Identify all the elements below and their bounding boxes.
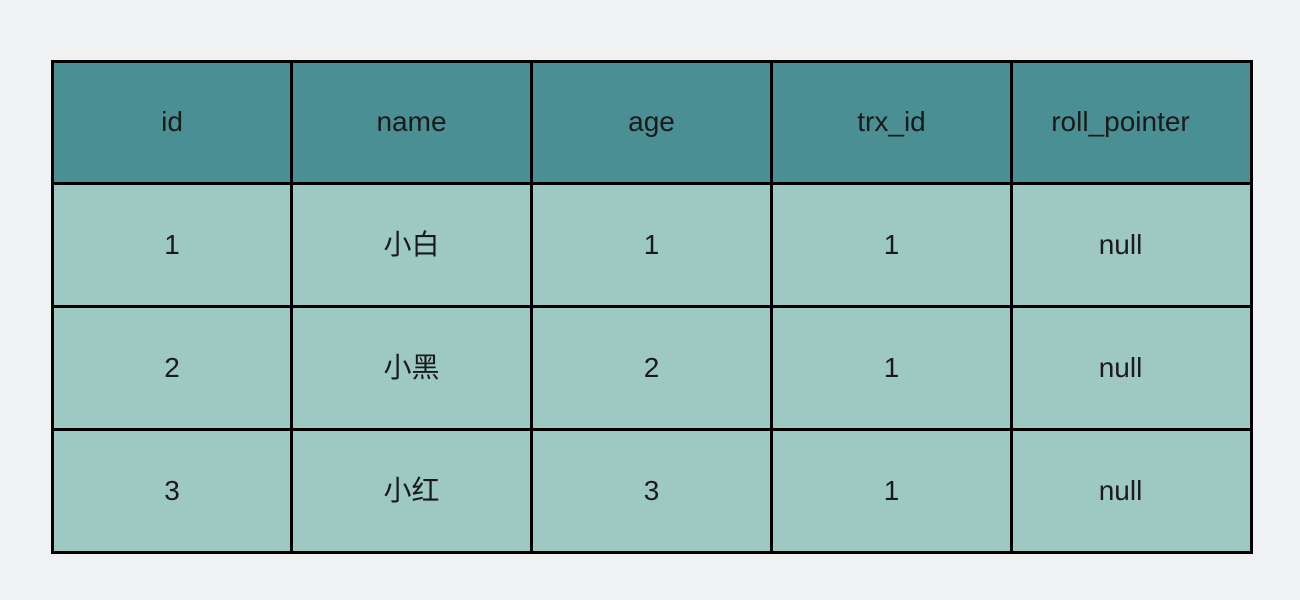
cell-trx-id-value: 1 <box>883 228 900 260</box>
column-header-name: name <box>290 60 533 185</box>
cell-roll-pointer: null <box>1010 428 1253 554</box>
cell-trx-id: 1 <box>770 428 1013 554</box>
column-header-id: id <box>51 60 293 185</box>
cell-roll-pointer-value: null <box>1098 351 1143 383</box>
cell-age-value: 3 <box>643 474 660 506</box>
cell-id-value: 1 <box>164 228 180 260</box>
cell-name-value: 小白 <box>383 228 440 260</box>
table-body: 1 小白 1 1 null 2 小黑 2 1 null 3 小红 3 1 nul… <box>51 182 1253 554</box>
cell-id-value: 2 <box>164 351 180 383</box>
table-header-row: id name age trx_id roll_pointer <box>51 60 1253 185</box>
table-row: 1 小白 1 1 null <box>51 182 1253 308</box>
column-header-age: age <box>530 60 773 185</box>
cell-trx-id: 1 <box>770 182 1013 308</box>
cell-name: 小黑 <box>290 305 533 431</box>
column-header-id-label: id <box>161 106 183 138</box>
cell-id: 3 <box>51 428 293 554</box>
cell-age-value: 1 <box>643 228 660 260</box>
cell-roll-pointer-value: null <box>1098 474 1143 506</box>
table-header: id name age trx_id roll_pointer <box>51 60 1253 185</box>
column-header-name-label: name <box>376 106 447 138</box>
cell-roll-pointer: null <box>1010 182 1253 308</box>
cell-id-value: 3 <box>164 474 180 506</box>
cell-roll-pointer: null <box>1010 305 1253 431</box>
cell-name-value: 小黑 <box>383 351 440 383</box>
cell-trx-id-value: 1 <box>883 474 900 506</box>
column-header-trx-id: trx_id <box>770 60 1013 185</box>
column-header-roll-pointer: roll_pointer <box>1010 60 1253 185</box>
table-row: 2 小黑 2 1 null <box>51 305 1253 431</box>
table-row: 3 小红 3 1 null <box>51 428 1253 554</box>
page-canvas: id name age trx_id roll_pointer 1 小白 1 1… <box>0 0 1300 600</box>
cell-name: 小红 <box>290 428 533 554</box>
cell-age: 3 <box>530 428 773 554</box>
cell-roll-pointer-value: null <box>1098 228 1143 260</box>
column-header-age-label: age <box>628 106 675 138</box>
cell-age-value: 2 <box>643 351 660 383</box>
cell-trx-id-value: 1 <box>883 351 900 383</box>
cell-id: 1 <box>51 182 293 308</box>
cell-age: 1 <box>530 182 773 308</box>
column-header-trx-id-label: trx_id <box>857 106 926 138</box>
cell-name-value: 小红 <box>383 474 440 506</box>
cell-trx-id: 1 <box>770 305 1013 431</box>
cell-id: 2 <box>51 305 293 431</box>
user-record-table: id name age trx_id roll_pointer 1 小白 1 1… <box>51 60 1253 554</box>
cell-name: 小白 <box>290 182 533 308</box>
cell-age: 2 <box>530 305 773 431</box>
column-header-roll-pointer-label: roll_pointer <box>1051 106 1190 138</box>
